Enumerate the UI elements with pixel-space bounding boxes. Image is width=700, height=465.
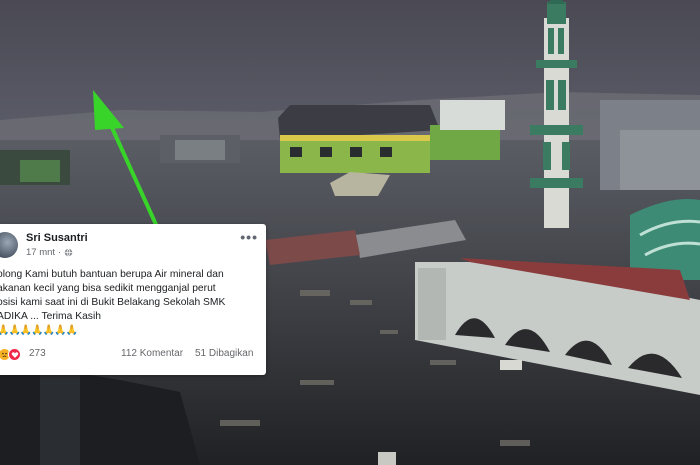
love-reaction-icon xyxy=(8,348,21,361)
post-body: olong Kami butuh bantuan berupa Air mine… xyxy=(0,269,226,322)
author-name[interactable]: Sri Susantri xyxy=(26,232,88,244)
post-meta: 17 mnt · xyxy=(26,247,73,258)
avatar[interactable] xyxy=(0,232,18,258)
post-text: olong Kami butuh bantuan berupa Air mine… xyxy=(0,268,259,338)
facebook-post-card: Sri Susantri 17 mnt · ••• olong Kami but… xyxy=(0,224,266,375)
shares-count[interactable]: 51 Dibagikan xyxy=(195,348,253,359)
comments-count[interactable]: 112 Komentar xyxy=(121,348,183,359)
post-time[interactable]: 17 mnt xyxy=(26,247,55,258)
post-stats: 273 112 Komentar 51 Dibagikan xyxy=(0,348,258,362)
globe-icon xyxy=(64,248,73,257)
more-options-icon[interactable]: ••• xyxy=(240,229,258,245)
reaction-count[interactable]: 273 xyxy=(29,348,46,359)
emoji-row: 🙏🙏🙏🙏🙏🙏🙏 xyxy=(0,325,78,336)
reaction-icons[interactable] xyxy=(0,348,21,361)
